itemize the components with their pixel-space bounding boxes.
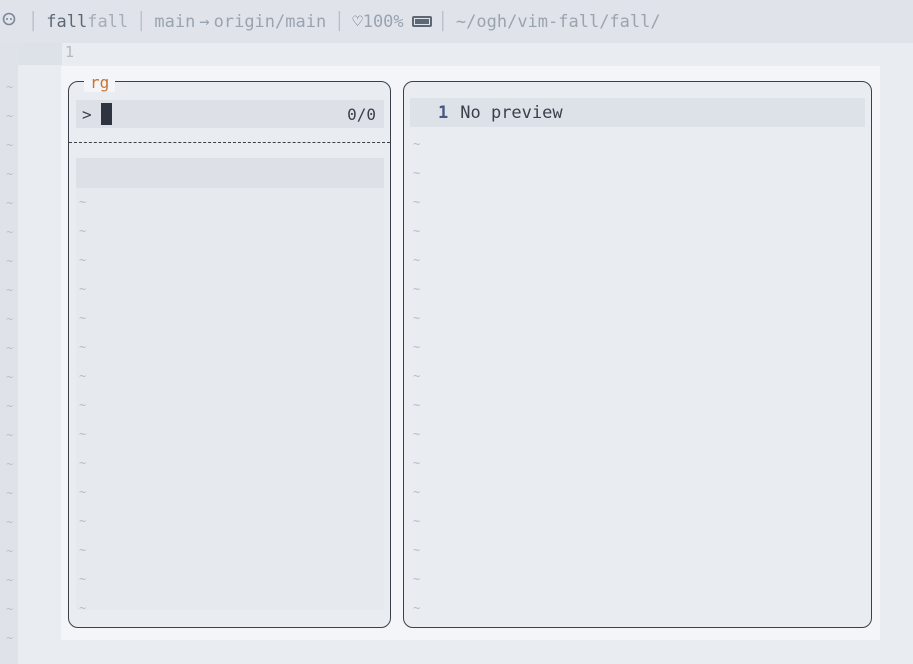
battery-status: ♡ 100% (352, 0, 437, 43)
filler-tilde: ~ (413, 224, 421, 238)
filler-tilde: ~ (6, 515, 14, 529)
cwd-path: ~/ogh/vim-fall/fall/ (455, 11, 661, 32)
filler-tilde: ~ (6, 196, 14, 210)
text-cursor (100, 103, 112, 125)
filler-tilde: ~ (6, 631, 14, 645)
preview-text: No preview (460, 102, 563, 123)
heart-icon: ♡ (352, 11, 363, 32)
filler-tilde: ~ (79, 485, 87, 499)
filler-tilde: ~ (413, 543, 421, 557)
tabline-separator: │ (334, 11, 345, 32)
filler-tilde: ~ (413, 485, 421, 499)
filler-tilde: ~ (79, 398, 87, 412)
octocat-icon (2, 11, 16, 32)
filler-tilde: ~ (6, 457, 14, 471)
results-list[interactable] (76, 188, 384, 610)
filler-tilde: ~ (413, 369, 421, 383)
filler-tilde: ~ (413, 572, 421, 586)
filler-tilde: ~ (413, 282, 421, 296)
vim-window: │ fall fall │ main → origin/main │ ♡ 100%… (0, 0, 913, 664)
branch-name: main (154, 11, 196, 32)
filler-tilde: ~ (6, 225, 14, 239)
tabline-separator: │ (28, 11, 39, 32)
filler-tilde: ~ (413, 311, 421, 325)
filler-tilde: ~ (79, 572, 87, 586)
tabline-separator: │ (136, 11, 147, 32)
tabline: │ fall fall │ main → origin/main │ ♡ 100%… (0, 0, 913, 43)
filler-tilde: ~ (79, 514, 87, 528)
battery-percent: 100% (362, 11, 404, 32)
filler-tilde: ~ (6, 399, 14, 413)
filler-tilde: ~ (79, 369, 87, 383)
remote-branch: origin/main (213, 11, 327, 32)
preview-line: 1 No preview (410, 98, 865, 127)
preview-line-number: 1 (438, 102, 449, 123)
filler-tilde: ~ (79, 224, 87, 238)
buffer-tab[interactable]: fall fall (46, 0, 128, 43)
filler-tilde: ~ (413, 427, 421, 441)
filler-tilde: ~ (79, 456, 87, 470)
filler-tilde: ~ (413, 514, 421, 528)
filler-tilde: ~ (6, 544, 14, 558)
filler-tilde: ~ (79, 195, 87, 209)
filler-tilde: ~ (6, 428, 14, 442)
filler-tilde: ~ (6, 109, 14, 123)
battery-icon (411, 16, 432, 27)
line-number: 1 (65, 43, 75, 61)
arrow-icon: → (199, 11, 210, 32)
filler-tilde: ~ (6, 80, 14, 94)
filler-tilde: ~ (413, 601, 421, 615)
filler-tilde: ~ (6, 283, 14, 297)
filler-tilde: ~ (79, 253, 87, 267)
filler-tilde: ~ (6, 254, 14, 268)
filler-tilde: ~ (6, 573, 14, 587)
prompt-symbol: > (82, 104, 92, 124)
filler-tilde: ~ (79, 543, 87, 557)
filler-tilde: ~ (413, 456, 421, 470)
git-branch: main → origin/main (154, 0, 326, 43)
filler-tilde: ~ (413, 137, 421, 151)
filler-tilde: ~ (79, 427, 87, 441)
filler-tilde: ~ (413, 195, 421, 209)
match-count: 0/0 (347, 104, 376, 124)
buffer-tab-active[interactable]: fall (46, 12, 87, 32)
list-cursor-line[interactable] (76, 158, 384, 188)
filler-tilde: ~ (413, 253, 421, 267)
filler-tilde: ~ (79, 340, 87, 354)
picker-source-title: rg (84, 74, 116, 92)
filler-tilde: ~ (6, 602, 14, 616)
filler-tilde: ~ (6, 341, 14, 355)
tabline-separator: │ (437, 11, 448, 32)
filler-tilde: ~ (413, 340, 421, 354)
filler-tilde: ~ (6, 370, 14, 384)
filler-tilde: ~ (79, 311, 87, 325)
preview-panel (403, 81, 872, 628)
filler-tilde: ~ (413, 398, 421, 412)
filler-tilde: ~ (6, 312, 14, 326)
filler-tilde: ~ (79, 601, 87, 615)
filler-tilde: ~ (6, 167, 14, 181)
filler-tilde: ~ (6, 486, 14, 500)
line-number-column (18, 43, 62, 65)
filler-tilde: ~ (413, 166, 421, 180)
picker-prompt[interactable]: > 0/0 (76, 100, 384, 128)
filler-tilde: ~ (79, 282, 87, 296)
filler-tilde: ~ (6, 138, 14, 152)
buffer-tab-inactive[interactable]: fall (87, 12, 128, 32)
prompt-divider (69, 142, 390, 143)
